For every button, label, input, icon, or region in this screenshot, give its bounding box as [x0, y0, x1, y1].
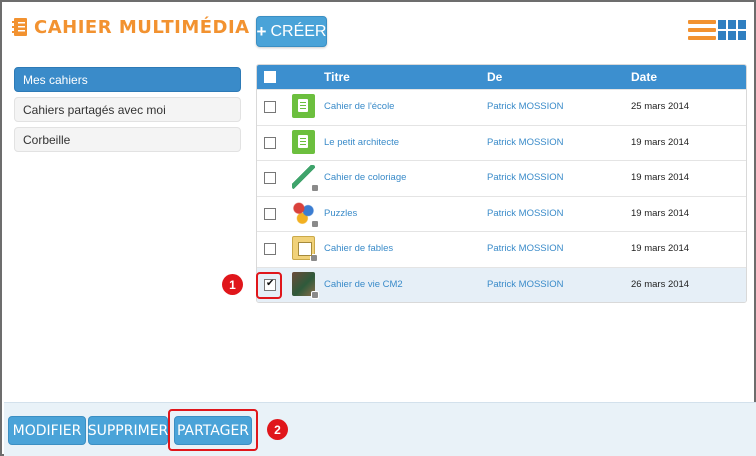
- sidebar-item-label: Corbeille: [23, 132, 71, 147]
- notebook-logo-icon: [12, 17, 28, 37]
- step-1-highlight: [256, 272, 282, 299]
- date-cell: 19 mars 2014: [631, 172, 690, 184]
- sidebar-item-shared-with-me[interactable]: Cahiers partagés avec moi: [14, 97, 241, 122]
- step-1-callout: 1: [222, 274, 243, 295]
- puzzle-badge-icon: [311, 219, 319, 228]
- row-checkbox[interactable]: [264, 243, 276, 256]
- date-cell: 19 mars 2014: [631, 207, 690, 219]
- notebook-icon: [292, 94, 315, 118]
- app-title: CAHIER MULTIMÉDIA: [34, 16, 250, 38]
- grid-view-icon[interactable]: [718, 20, 746, 40]
- column-header-date[interactable]: Date: [631, 70, 657, 84]
- sidebar-item-trash[interactable]: Corbeille: [14, 127, 241, 152]
- date-cell: 26 mars 2014: [631, 278, 690, 290]
- date-cell: 25 mars 2014: [631, 101, 690, 112]
- notebook-title-link[interactable]: Cahier de l'école: [324, 101, 394, 112]
- row-checkbox[interactable]: [264, 207, 276, 220]
- table-row[interactable]: Cahier de fables Patrick MOSSION 19 mars…: [257, 231, 746, 267]
- author-link[interactable]: Patrick MOSSION: [487, 243, 564, 254]
- notebook-icon: [292, 129, 315, 154]
- plus-icon: +: [256, 21, 267, 41]
- sidebar-item-label: Cahiers partagés avec moi: [23, 102, 166, 117]
- select-all-checkbox[interactable]: [264, 71, 276, 83]
- notebook-title-link[interactable]: Cahier de fables: [324, 243, 393, 254]
- book-icon: [292, 236, 318, 263]
- date-cell: 19 mars 2014: [631, 243, 690, 255]
- column-header-from[interactable]: De: [487, 70, 502, 84]
- author-link[interactable]: Patrick MOSSION: [487, 172, 564, 183]
- sidebar: Mes cahiers Cahiers partagés avec moi Co…: [14, 67, 241, 157]
- table-row[interactable]: Cahier de coloriage Patrick MOSSION 19 m…: [257, 160, 746, 196]
- table-row-selected[interactable]: Cahier de vie CM2 Patrick MOSSION 26 mar…: [257, 266, 746, 302]
- author-link[interactable]: Patrick MOSSION: [487, 208, 564, 219]
- column-header-title[interactable]: Titre: [324, 70, 350, 84]
- table-header: Titre De Date: [257, 65, 746, 89]
- sidebar-item-label: Mes cahiers: [23, 72, 88, 87]
- notebook-title-link[interactable]: Cahier de vie CM2: [324, 279, 403, 290]
- row-checkbox[interactable]: [264, 172, 276, 185]
- row-checkbox[interactable]: [264, 101, 276, 113]
- date-cell: 19 mars 2014: [631, 136, 690, 148]
- author-link[interactable]: Patrick MOSSION: [487, 101, 564, 112]
- modify-button[interactable]: MODIFIER: [8, 416, 86, 445]
- feather-icon: [292, 165, 319, 193]
- photo-icon: [292, 271, 319, 299]
- sidebar-item-my-notebooks[interactable]: Mes cahiers: [14, 67, 241, 92]
- notebook-title-link[interactable]: Le petit architecte: [324, 137, 399, 148]
- puzzle-badge-icon: [311, 290, 319, 299]
- puzzle-badge-icon: [310, 254, 318, 263]
- list-view-icon[interactable]: [688, 20, 716, 40]
- notebook-title-link[interactable]: Cahier de coloriage: [324, 172, 406, 183]
- app-header: CAHIER MULTIMÉDIA: [12, 14, 250, 40]
- author-link[interactable]: Patrick MOSSION: [487, 279, 564, 290]
- table-row[interactable]: Puzzles Patrick MOSSION 19 mars 2014: [257, 195, 746, 232]
- app-window: CAHIER MULTIMÉDIA + CRÉER Mes cahiers Ca…: [0, 0, 756, 456]
- table-row[interactable]: Le petit architecte Patrick MOSSION 19 m…: [257, 124, 746, 161]
- step-2-highlight: [168, 409, 258, 451]
- modify-button-label: MODIFIER: [12, 422, 82, 439]
- author-link[interactable]: Patrick MOSSION: [487, 137, 564, 148]
- puzzle-badge-icon: [311, 184, 319, 193]
- notebook-title-link[interactable]: Puzzles: [324, 208, 357, 219]
- create-button[interactable]: + CRÉER: [256, 16, 327, 47]
- action-bar: MODIFIER SUPPRIMER PARTAGER 2: [4, 402, 756, 456]
- delete-button[interactable]: SUPPRIMER: [88, 416, 168, 445]
- delete-button-label: SUPPRIMER: [87, 422, 169, 439]
- notebooks-table: Titre De Date Cahier de l'école Patrick …: [256, 64, 747, 303]
- create-button-label: CRÉER: [270, 22, 327, 40]
- view-toggle: [688, 20, 746, 40]
- puzzle-icon: [292, 200, 319, 228]
- table-row[interactable]: Cahier de l'école Patrick MOSSION 25 mar…: [257, 89, 746, 125]
- row-checkbox[interactable]: [264, 136, 276, 149]
- step-2-callout: 2: [267, 419, 288, 440]
